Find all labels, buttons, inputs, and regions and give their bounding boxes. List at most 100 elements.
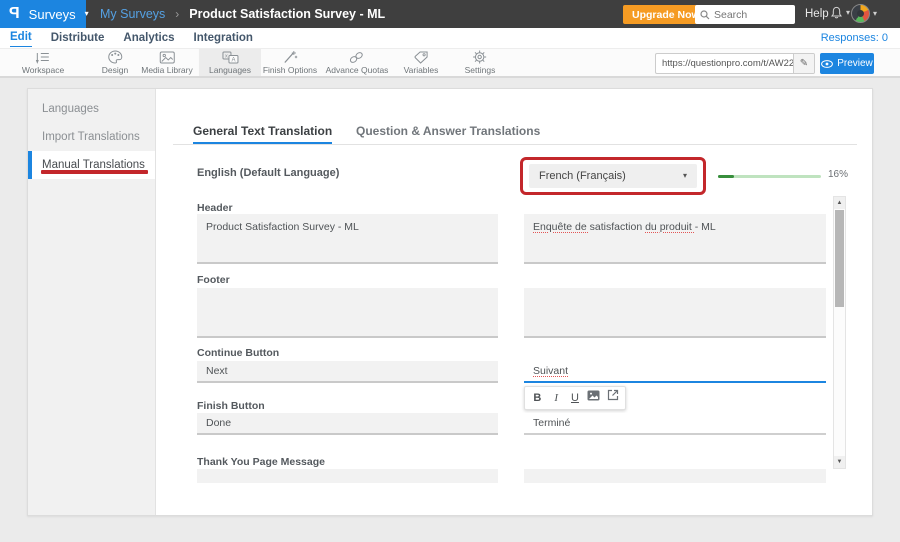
underline-button[interactable]: U [567,388,583,408]
preview-label: Preview [837,58,873,69]
toolbar-item-workspace[interactable]: Workspace [12,49,74,76]
toolbar-item-settings[interactable]: Settings [455,49,506,76]
survey-title: Product Satisfaction Survey - ML [189,7,385,21]
menu-distribute[interactable]: Distribute [51,30,105,47]
tabs-divider [173,144,857,145]
scroll-down-arrow-icon[interactable]: ▼ [834,456,845,468]
rich-text-toolbar: B I U [524,386,626,410]
target-language-select[interactable]: French (Français) ▾ [529,164,697,188]
bell-icon [829,5,844,21]
toolbar-label: Advance Quotas [326,65,389,75]
avatar[interactable] [851,4,870,23]
product-menu-label[interactable]: Surveys [29,7,76,22]
field-label-thank-you-page-message: Thank You Page Message [197,456,325,468]
translation-content: General Text Translation Question & Answ… [156,89,873,515]
chevron-down-icon: ▾ [85,10,89,18]
misspelled-text: du produit [645,221,695,233]
tag-icon [414,50,429,64]
menu-analytics[interactable]: Analytics [123,30,174,47]
selected-language: French (Français) [539,170,626,182]
chevron-down-icon: ▾ [846,9,850,17]
gear-icon [473,50,487,64]
manual-translations-panel: Languages Import Translations Manual Tra… [27,88,873,516]
header-target-textarea[interactable]: Enquête de satisfaction du produit - ML [524,214,826,264]
edit-url-pencil-icon[interactable]: ✎ [793,54,814,73]
source-language-label: English (Default Language) [197,167,339,179]
sidebar-item-manual-translations[interactable]: Manual Translations [28,151,155,179]
toolbar-label: Workspace [22,65,64,75]
header-source-textarea: Product Satisfaction Survey - ML [197,214,498,264]
toolbar-item-variables[interactable]: Variables [394,49,449,76]
chevron-down-icon: ▾ [683,172,687,180]
field-label-header: Header [197,202,233,214]
notifications-button[interactable]: ▾ [829,5,850,21]
tab-question-answer-translations[interactable]: Question & Answer Translations [356,121,540,144]
translation-tabs: General Text Translation Question & Answ… [156,121,873,145]
translation-progress-label: 16% [828,169,848,180]
magic-wand-icon [283,50,298,64]
workspace-icon [35,50,51,64]
scroll-up-arrow-icon[interactable]: ▲ [834,197,845,209]
toolbar-item-advance-quotas[interactable]: Advance Quotas [316,49,399,76]
toolbar-label: Finish Options [263,65,317,75]
toolbar-label: Variables [404,65,439,75]
bold-button[interactable]: B [529,388,545,408]
top-bar: P Surveys ▾ My Surveys › Product Satisfa… [0,0,900,28]
finish-target-input[interactable]: Terminé [524,413,826,435]
italic-button[interactable]: I [548,388,564,408]
open-link-button[interactable] [605,388,621,408]
chain-links-icon [349,50,365,64]
survey-url[interactable]: https://questionpro.com/t/AW22Zd1S1 [656,54,793,73]
breadcrumb: My Surveys › Product Satisfaction Survey… [100,0,385,28]
survey-url-box: https://questionpro.com/t/AW22Zd1S1 ✎ [655,53,815,74]
field-label-continue-button: Continue Button [197,347,279,359]
svg-text:x: x [225,53,228,59]
thankyou-target-textarea[interactable] [524,469,826,483]
sidebar-item-import-translations[interactable]: Import Translations [28,123,155,151]
field-label-finish-button: Finish Button [197,400,265,412]
misspelled-text: Enquête de [533,221,590,233]
field-label-footer: Footer [197,274,230,286]
translation-progress-bar [718,175,821,178]
tab-general-text-translation[interactable]: General Text Translation [193,121,332,144]
toolbar-item-media-library[interactable]: Media Library [131,49,203,76]
menu-integration[interactable]: Integration [194,30,253,47]
toolbar-label: Design [102,65,128,75]
continue-source-input: Next [197,361,498,383]
svg-text:A: A [231,57,235,63]
menu-edit[interactable]: Edit [10,29,32,47]
form-scrollbar[interactable]: ▲ ▼ [833,196,846,469]
responses-count[interactable]: Responses: 0 [821,28,888,48]
target-text: - ML [695,221,716,233]
design-palette-icon [108,50,123,64]
translations-sidebar: Languages Import Translations Manual Tra… [28,89,156,515]
footer-target-textarea[interactable] [524,288,826,338]
global-search[interactable] [695,5,795,24]
account-menu[interactable]: ▾ [851,4,877,23]
target-text: satisfaction [590,221,645,233]
insert-image-button[interactable] [586,388,602,408]
questionpro-logo-icon[interactable]: P [9,5,20,23]
continue-target-input[interactable]: Suivant [524,361,826,383]
help-link[interactable]: Help [805,0,829,28]
finish-source-input: Done [197,413,498,435]
eye-icon [821,60,833,68]
primary-menu: Edit Distribute Analytics Integration [0,28,900,48]
breadcrumb-separator: › [175,7,179,21]
media-image-icon [159,50,175,64]
scrollbar-thumb[interactable] [835,210,844,307]
toolbar-label: Languages [209,65,251,75]
misspelled-text: Suivant [533,365,568,377]
sidebar-item-languages[interactable]: Languages [28,95,155,123]
toolbar-label: Media Library [141,65,193,75]
toolbar-item-languages[interactable]: xA Languages [199,49,261,76]
footer-source-textarea [197,288,498,338]
preview-button[interactable]: Preview [820,53,874,74]
toolbar-label: Settings [465,65,496,75]
search-input[interactable] [714,9,788,21]
product-switcher[interactable]: P Surveys ▾ [0,0,86,28]
languages-translate-icon: xA [221,50,238,64]
breadcrumb-my-surveys[interactable]: My Surveys [100,7,165,21]
thankyou-source-textarea [197,469,498,483]
search-icon [700,10,710,20]
